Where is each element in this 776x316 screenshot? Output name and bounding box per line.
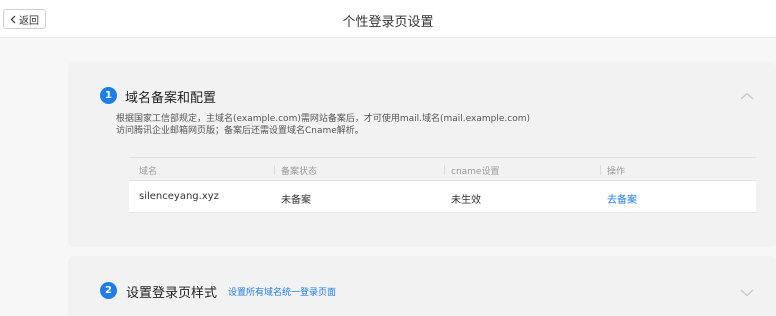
column-header-status: 备案状态 — [281, 167, 318, 177]
description-line: 根据国家工信部规定，主域名(example.com)需网站备案后，才可使用mai… — [116, 114, 530, 124]
description-line: 访问腾讯企业邮箱网页版；备案后还需设置域名Cname解析。 — [116, 126, 364, 136]
domain-cell: silenceyang.xyz — [139, 191, 219, 202]
table-row: silenceyang.xyz 未备案 未生效 去备案 — [129, 181, 756, 213]
column-header-action: 操作 — [607, 167, 626, 177]
top-bar: 返回 个性登录页设置 — [0, 0, 776, 38]
domain-table: 域名 备案状态 cname设置 操作 silenceyang.xyz 未备案 未… — [129, 157, 756, 213]
section-title: 域名备案和配置 — [125, 91, 217, 106]
login-style-card: 2 设置登录页样式 设置所有域名统一登录页面 — [68, 256, 776, 316]
page-title: 个性登录页设置 — [342, 15, 434, 30]
column-header-domain: 域名 — [139, 167, 158, 177]
chevron-down-icon[interactable] — [740, 289, 754, 297]
section-title: 设置登录页样式 — [126, 286, 218, 301]
cname-cell: 未生效 — [451, 195, 481, 206]
column-header-cname: cname设置 — [451, 167, 500, 177]
domain-setup-card: 1 域名备案和配置 根据国家工信部规定，主域名(example.com)需网站备… — [68, 62, 776, 247]
table-header: 域名 备案状态 cname设置 操作 — [129, 157, 756, 181]
unified-login-page-link[interactable]: 设置所有域名统一登录页面 — [228, 285, 336, 298]
step-number-badge: 1 — [100, 87, 117, 104]
go-filing-link[interactable]: 去备案 — [607, 191, 637, 206]
status-cell: 未备案 — [281, 195, 311, 206]
chevron-up-icon[interactable] — [740, 92, 754, 100]
column-divider — [600, 165, 601, 175]
column-divider — [444, 165, 445, 175]
section-description: 根据国家工信部规定，主域名(example.com)需网站备案后，才可使用mai… — [116, 113, 530, 137]
step-number-badge: 2 — [100, 282, 117, 299]
column-divider — [274, 165, 275, 175]
